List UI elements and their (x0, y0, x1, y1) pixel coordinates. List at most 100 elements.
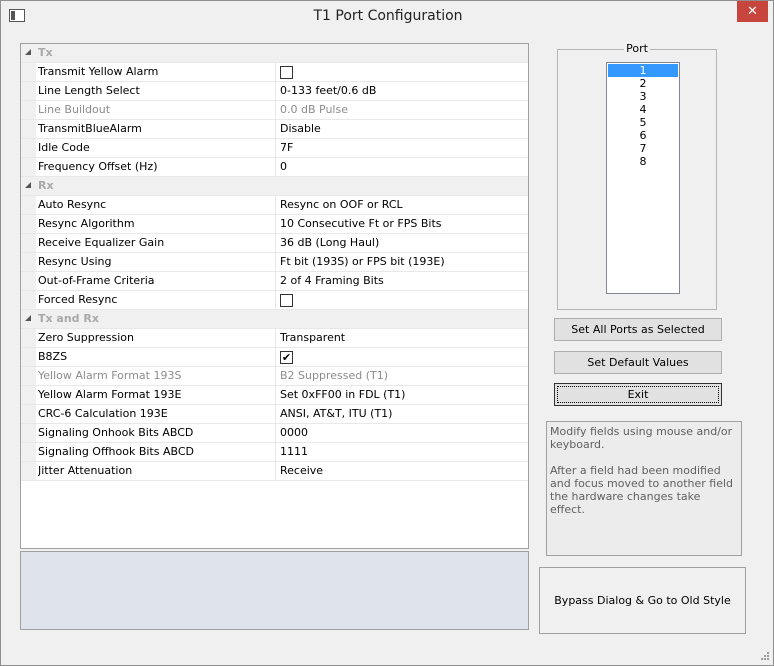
help-text-line-2: After a field had been modified and focu… (550, 464, 734, 516)
property-row[interactable]: Yellow Alarm Format 193E Set 0xFF00 in FD… (21, 386, 528, 405)
property-checkbox[interactable] (280, 66, 293, 79)
property-name: Yellow Alarm Format 193S (38, 369, 182, 382)
property-name: Yellow Alarm Format 193E (38, 388, 182, 401)
property-row: Line Buildout 0.0 dB Pulse (21, 101, 528, 120)
bypass-dialog-button[interactable]: Bypass Dialog & Go to Old Style (539, 567, 746, 634)
set-all-ports-button[interactable]: Set All Ports as Selected (554, 318, 722, 341)
property-value[interactable]: 0000 (280, 426, 526, 439)
window-title: T1 Port Configuration (313, 8, 463, 24)
port-list-item[interactable]: 4 (608, 103, 678, 116)
row-gutter (21, 424, 36, 442)
column-separator[interactable] (275, 215, 276, 233)
category-txrx[interactable]: Tx and Rx (21, 310, 528, 329)
property-value[interactable]: 2 of 4 Framing Bits (280, 274, 526, 287)
column-separator[interactable] (275, 101, 276, 119)
property-row[interactable]: TransmitBlueAlarm Disable (21, 120, 528, 139)
column-separator[interactable] (275, 196, 276, 214)
exit-button-label: Exit (557, 386, 719, 403)
port-list-item[interactable]: 8 (608, 155, 678, 168)
property-row[interactable]: Line Length Select 0-133 feet/0.6 dB (21, 82, 528, 101)
column-separator[interactable] (275, 329, 276, 347)
property-value[interactable]: 0-133 feet/0.6 dB (280, 84, 526, 97)
column-separator[interactable] (275, 63, 276, 81)
port-list-item[interactable]: 6 (608, 129, 678, 142)
property-row[interactable]: Resync Algorithm 10 Consecutive Ft or FPS… (21, 215, 528, 234)
property-value[interactable]: Resync on OOF or RCL (280, 198, 526, 211)
property-name: Resync Using (38, 255, 112, 268)
port-list-item[interactable]: 7 (608, 142, 678, 155)
property-row[interactable]: Auto Resync Resync on OOF or RCL (21, 196, 528, 215)
port-list-item[interactable]: 2 (608, 77, 678, 90)
property-row[interactable]: Receive Equalizer Gain 36 dB (Long Haul) (21, 234, 528, 253)
property-row[interactable]: Signaling Offhook Bits ABCD 1111 (21, 443, 528, 462)
property-grid[interactable]: Tx Transmit Yellow Alarm Line Length Selec… (20, 43, 529, 549)
property-description-area (20, 551, 529, 630)
column-separator[interactable] (275, 253, 276, 271)
row-gutter (21, 215, 36, 233)
port-list-item[interactable]: 5 (608, 116, 678, 129)
property-row[interactable]: Idle Code 7F (21, 139, 528, 158)
port-list-item[interactable]: 3 (608, 90, 678, 103)
property-value[interactable]: Set 0xFF00 in FDL (T1) (280, 388, 526, 401)
port-list-item[interactable]: 1 (608, 64, 678, 77)
category-rx[interactable]: Rx (21, 177, 528, 196)
property-row[interactable]: Forced Resync (21, 291, 528, 310)
column-separator[interactable] (275, 120, 276, 138)
exit-button[interactable]: Exit (554, 383, 722, 406)
column-separator[interactable] (275, 272, 276, 290)
column-separator[interactable] (275, 139, 276, 157)
property-row[interactable]: Jitter Attenuation Receive (21, 462, 528, 481)
column-separator[interactable] (275, 367, 276, 385)
property-value[interactable]: 7F (280, 141, 526, 154)
t1-port-configuration-dialog: T1 Port Configuration ✕ Tx Transmit Yello… (0, 0, 774, 666)
column-separator[interactable] (275, 462, 276, 480)
column-separator[interactable] (275, 443, 276, 461)
column-separator[interactable] (275, 291, 276, 309)
port-group: Port 12345678 (557, 42, 717, 310)
property-row[interactable]: Out-of-Frame Criteria 2 of 4 Framing Bits (21, 272, 528, 291)
property-name: Line Buildout (38, 103, 111, 116)
property-name: Idle Code (38, 141, 90, 154)
property-name: Auto Resync (38, 198, 107, 211)
row-gutter (21, 329, 36, 347)
property-checkbox[interactable] (280, 294, 293, 307)
property-name: Jitter Attenuation (38, 464, 133, 477)
title-bar: T1 Port Configuration ✕ (1, 1, 773, 32)
property-value[interactable]: 36 dB (Long Haul) (280, 236, 526, 249)
property-row[interactable]: Zero Suppression Transparent (21, 329, 528, 348)
property-row[interactable]: Frequency Offset (Hz) 0 (21, 158, 528, 177)
close-button[interactable]: ✕ (737, 1, 768, 22)
property-value[interactable]: 1111 (280, 445, 526, 458)
property-row[interactable]: Resync Using Ft bit (193S) or FPS bit (19… (21, 253, 528, 272)
property-row[interactable]: CRC-6 Calculation 193E ANSI, AT&T, ITU (T… (21, 405, 528, 424)
column-separator[interactable] (275, 386, 276, 404)
resize-grip-icon[interactable] (758, 651, 770, 663)
column-separator[interactable] (275, 348, 276, 366)
column-separator[interactable] (275, 158, 276, 176)
set-default-values-button[interactable]: Set Default Values (554, 351, 722, 374)
property-value[interactable]: Transparent (280, 331, 526, 344)
property-value: B2 Suppressed (T1) (280, 369, 389, 382)
property-name: Frequency Offset (Hz) (38, 160, 158, 173)
property-value[interactable]: 10 Consecutive Ft or FPS Bits (280, 217, 526, 230)
column-separator[interactable] (275, 405, 276, 423)
column-separator[interactable] (275, 234, 276, 252)
column-separator[interactable] (275, 424, 276, 442)
property-value[interactable]: 0 (280, 160, 526, 173)
row-gutter (21, 348, 36, 366)
row-gutter (21, 196, 36, 214)
property-row[interactable]: B8ZS ✔ (21, 348, 528, 367)
category-tx[interactable]: Tx (21, 44, 528, 63)
triangle-expanded-icon[interactable] (25, 182, 31, 188)
property-value[interactable]: Disable (280, 122, 526, 135)
port-list[interactable]: 12345678 (606, 62, 680, 294)
triangle-expanded-icon[interactable] (25, 315, 31, 321)
property-row[interactable]: Signaling Onhook Bits ABCD 0000 (21, 424, 528, 443)
property-value[interactable]: Ft bit (193S) or FPS bit (193E) (280, 255, 526, 268)
property-row[interactable]: Transmit Yellow Alarm (21, 63, 528, 82)
property-value[interactable]: ANSI, AT&T, ITU (T1) (280, 407, 526, 420)
property-value[interactable]: Receive (280, 464, 526, 477)
column-separator[interactable] (275, 82, 276, 100)
property-checkbox[interactable]: ✔ (280, 351, 293, 364)
triangle-expanded-icon[interactable] (25, 49, 31, 55)
